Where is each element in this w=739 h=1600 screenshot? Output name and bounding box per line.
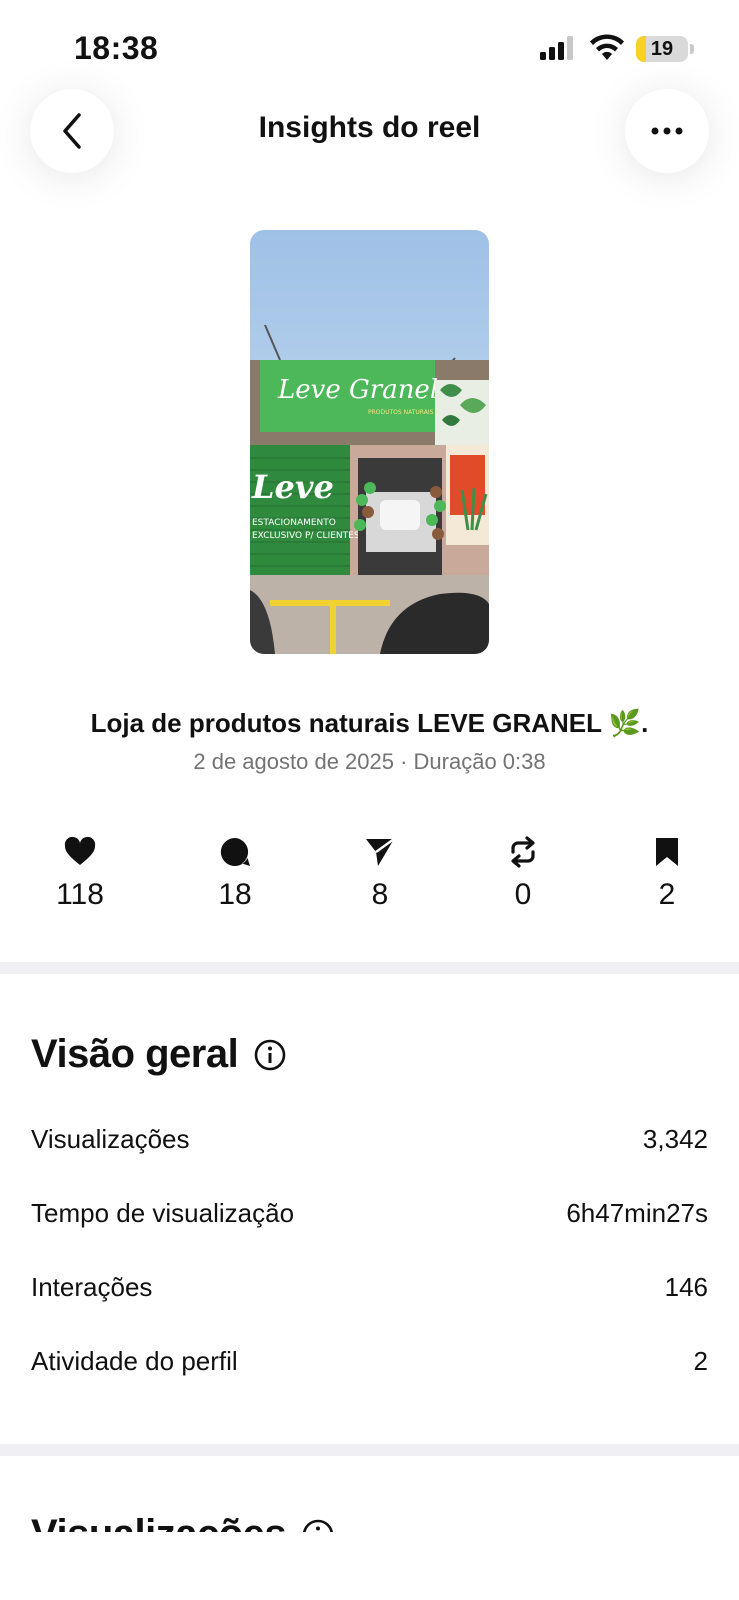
- saves-count: 2: [658, 878, 676, 911]
- metric-label: Tempo de visualização: [31, 1198, 295, 1228]
- reposts-stat[interactable]: 0: [463, 836, 583, 912]
- send-icon: [366, 837, 395, 866]
- saves-stat[interactable]: 2: [607, 836, 727, 912]
- metric-value: 2: [693, 1346, 708, 1376]
- comments-count: 18: [218, 878, 252, 911]
- overview-section-title: Visão geral: [31, 1032, 286, 1077]
- metric-value: 3,342: [642, 1124, 708, 1154]
- info-icon[interactable]: [254, 1039, 286, 1071]
- metric-row-interactions[interactable]: Interações 146: [31, 1272, 708, 1303]
- reel-date-duration: 2 de agosto de 2025 · Duração 0:38: [193, 749, 546, 774]
- door-logo: Leve: [251, 468, 334, 506]
- battery-nub: [690, 44, 694, 54]
- shares-count: 8: [371, 878, 389, 911]
- metric-value: 6h47min27s: [566, 1198, 708, 1228]
- bookmark-icon: [656, 838, 678, 866]
- door-text-2: EXCLUSIVO P/ CLIENTES: [252, 531, 360, 541]
- status-bar: 18:38 19: [0, 0, 739, 90]
- engagement-stats: 118 18 8 0 2: [0, 836, 739, 916]
- shares-stat[interactable]: 8: [320, 836, 440, 912]
- more-horizontal-icon: [651, 127, 683, 135]
- more-options-button[interactable]: [625, 89, 709, 173]
- metric-row-watch-time[interactable]: Tempo de visualização 6h47min27s: [31, 1198, 708, 1229]
- scroll-fade: [0, 1532, 739, 1600]
- metric-value: 146: [664, 1272, 708, 1302]
- likes-stat[interactable]: 118: [20, 836, 140, 912]
- metric-label: Interações: [31, 1272, 153, 1302]
- door-text-1: ESTACIONAMENTO: [252, 518, 336, 528]
- reel-caption: Loja de produtos naturais LEVE GRANEL 🌿.: [90, 708, 649, 738]
- battery-level: 19: [650, 38, 674, 60]
- metric-label: Atividade do perfil: [31, 1346, 238, 1376]
- signal-icon: [540, 36, 573, 60]
- likes-count: 118: [56, 878, 104, 911]
- status-time: 18:38: [74, 30, 159, 66]
- section-divider: [0, 962, 739, 974]
- sign-subtitle: PRODUTOS NATURAIS: [368, 409, 434, 416]
- metric-label: Visualizações: [31, 1124, 190, 1154]
- wifi-icon: [590, 34, 624, 60]
- reposts-count: 0: [514, 878, 532, 911]
- storefront-photo: Leve Granel PRODUTOS NATURAIS Leve ESTAC…: [250, 230, 489, 654]
- overview-title: Visão geral: [31, 1032, 239, 1076]
- reel-thumbnail[interactable]: Leve Granel PRODUTOS NATURAIS Leve ESTAC…: [250, 230, 489, 654]
- comment-icon: [220, 837, 250, 866]
- metric-row-profile-activity[interactable]: Atividade do perfil 2: [31, 1346, 708, 1377]
- repost-icon: [511, 836, 535, 868]
- section-divider: [0, 1444, 739, 1456]
- battery-indicator: 19: [636, 36, 688, 62]
- metric-row-views[interactable]: Visualizações 3,342: [31, 1124, 708, 1155]
- sign-title: Leve Granel: [277, 375, 438, 405]
- comments-stat[interactable]: 18: [175, 836, 295, 912]
- heart-icon: [64, 836, 96, 865]
